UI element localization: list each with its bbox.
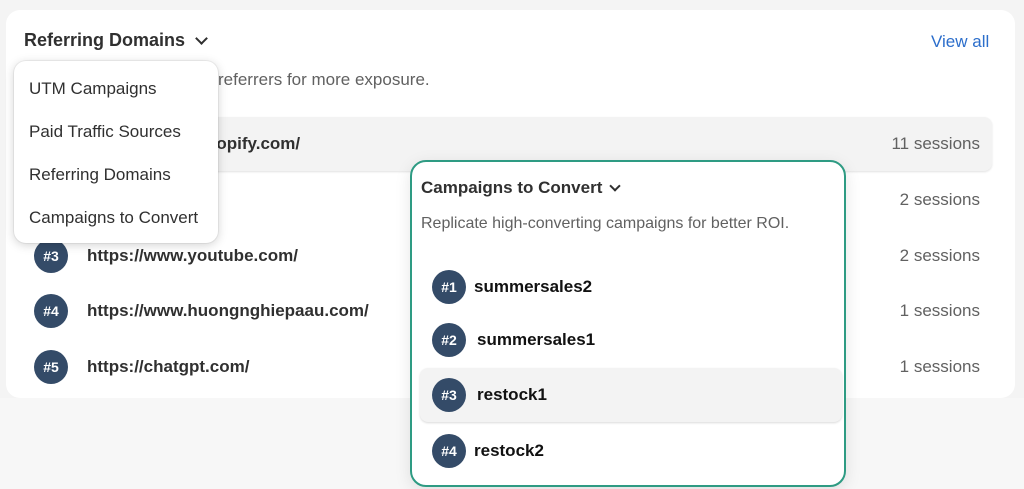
domain-label[interactable]: https://www.huongnghiepaau.com/ bbox=[87, 301, 369, 321]
rank-badge: #1 bbox=[432, 270, 466, 304]
campaign-label[interactable]: summersales1 bbox=[477, 330, 595, 350]
menu-item-referring-domains[interactable]: Referring Domains bbox=[29, 165, 171, 185]
campaigns-to-convert-card: Campaigns to Convert Replicate high-conv… bbox=[410, 160, 846, 487]
popup-subtitle: Replicate high-converting campaigns for … bbox=[421, 215, 790, 232]
sessions-count: 2 sessions bbox=[899, 246, 980, 265]
rank-badge: #4 bbox=[34, 294, 68, 328]
rank-badge: #2 bbox=[432, 323, 466, 357]
rank-badge: #5 bbox=[34, 350, 68, 384]
card-title-dropdown[interactable]: Referring Domains bbox=[24, 30, 208, 51]
chevron-down-icon bbox=[609, 180, 622, 192]
card-subtitle: referrers for more exposure. bbox=[218, 70, 430, 89]
sessions-count: 11 sessions bbox=[891, 134, 980, 153]
rank-badge: #3 bbox=[432, 378, 466, 412]
menu-item-paid-traffic-sources[interactable]: Paid Traffic Sources bbox=[29, 122, 181, 142]
report-type-dropdown-menu: UTM Campaigns Paid Traffic Sources Refer… bbox=[14, 61, 218, 243]
sessions-count: 1 sessions bbox=[899, 357, 980, 376]
popup-title: Campaigns to Convert bbox=[421, 178, 603, 197]
campaign-label[interactable]: summersales2 bbox=[474, 277, 592, 297]
sessions-count: 1 sessions bbox=[899, 301, 980, 320]
campaign-label[interactable]: restock1 bbox=[477, 385, 547, 405]
domain-label[interactable]: https://chatgpt.com/ bbox=[87, 357, 249, 377]
list-item[interactable]: #1 summersales2 bbox=[420, 260, 842, 314]
campaign-label[interactable]: restock2 bbox=[474, 441, 544, 461]
rank-badge: #3 bbox=[34, 239, 68, 273]
menu-item-utm-campaigns[interactable]: UTM Campaigns bbox=[29, 79, 157, 99]
list-item[interactable]: #3 restock1 bbox=[420, 368, 842, 422]
domain-label[interactable]: hopify.com/ bbox=[206, 134, 300, 154]
popup-title-dropdown[interactable]: Campaigns to Convert bbox=[421, 178, 622, 198]
sessions-count: 2 sessions bbox=[899, 190, 980, 209]
menu-item-campaigns-to-convert[interactable]: Campaigns to Convert bbox=[29, 208, 198, 228]
card-title: Referring Domains bbox=[24, 30, 186, 50]
view-all-link[interactable]: View all bbox=[931, 32, 989, 52]
list-item[interactable]: #4 restock2 bbox=[420, 424, 842, 478]
list-item[interactable]: #2 summersales1 bbox=[420, 313, 842, 367]
rank-badge: #4 bbox=[432, 434, 466, 468]
domain-label[interactable]: https://www.youtube.com/ bbox=[87, 246, 298, 266]
chevron-down-icon bbox=[195, 31, 208, 45]
